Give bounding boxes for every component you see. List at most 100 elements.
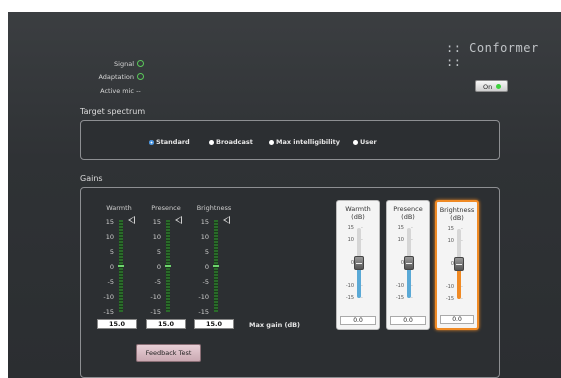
slider-title: Warmth (dB)	[337, 205, 379, 221]
gain-slider-card-brightness[interactable]: Brightness(dB)15-10-0--10--15-0.0	[435, 200, 479, 330]
slider-tick-mark: -	[411, 236, 413, 243]
level-meter-bar	[165, 220, 171, 312]
slider-tick-label: 10	[447, 237, 454, 244]
slider-value-field[interactable]: 0.0	[440, 315, 474, 324]
radio-user-label: User	[360, 138, 377, 146]
meter-tick-label: -10	[103, 293, 114, 301]
slider-tick-label: 10	[347, 236, 354, 243]
slider-track[interactable]	[454, 229, 464, 299]
brightness-max-gain-field[interactable]: 15.0	[194, 319, 234, 329]
meter-tick-label: -15	[150, 308, 161, 316]
meter-tick-label: -10	[198, 293, 209, 301]
radio-selected-icon	[149, 139, 154, 145]
meter-tick-label: -5	[202, 278, 209, 286]
slider-tick-label: -15	[345, 295, 354, 301]
meter-tick-label: -10	[150, 293, 161, 301]
slider-tick-label: 15	[347, 225, 354, 231]
radio-broadcast-label: Broadcast	[216, 138, 253, 146]
adaptation-status: Adaptation	[86, 73, 144, 81]
radio-icon	[269, 139, 274, 145]
slider-thumb[interactable]	[404, 256, 414, 270]
slider-tick-mark: -	[411, 283, 413, 290]
max-gain-pointer-icon[interactable]	[223, 216, 230, 224]
slider-title: Brightness (dB)	[437, 206, 477, 222]
slider-tick-label: -15	[445, 296, 454, 302]
max-gain-label: Max gain (dB)	[249, 321, 301, 329]
slider-tick-label: -10	[445, 284, 454, 291]
active-mic-status: Active mic --	[86, 87, 141, 95]
meter-tick-label: -15	[198, 308, 209, 316]
slider-tick-label: 15	[397, 225, 404, 231]
slider-tick-label: -10	[395, 283, 404, 290]
active-mic-label: Active mic	[100, 87, 134, 95]
slider-tick-label: 0	[350, 260, 354, 266]
level-meter-bar	[213, 220, 219, 312]
zero-marker	[213, 265, 219, 267]
signal-status: Signal	[86, 60, 144, 68]
warmth-max-gain-field[interactable]: 15.0	[97, 319, 137, 329]
max-gain-pointer-icon[interactable]	[128, 216, 135, 224]
slider-title-unit: (dB)	[351, 213, 365, 221]
presence-max-gain-field[interactable]: 15.0	[146, 319, 186, 329]
power-label: On	[483, 83, 493, 91]
slider-thumb[interactable]	[354, 256, 364, 270]
slider-title-unit: (dB)	[450, 214, 464, 222]
radio-user[interactable]: User	[353, 138, 377, 146]
slider-track[interactable]	[354, 228, 364, 298]
radio-broadcast[interactable]: Broadcast	[209, 138, 253, 146]
meter-brightness-label: Brightness	[196, 204, 232, 212]
power-led-icon	[496, 84, 501, 89]
meter-tick-label: 5	[156, 248, 161, 256]
meter-tick-label: 5	[109, 248, 114, 256]
slider-tick-mark: -	[361, 283, 363, 290]
power-toggle-button[interactable]: On	[475, 80, 508, 92]
slider-tick-mark: -	[361, 225, 363, 231]
slider-tick-mark: -	[361, 236, 363, 243]
active-mic-value: --	[136, 87, 141, 95]
meter-tick-label: -5	[154, 278, 161, 286]
slider-title-name: Presence	[393, 205, 423, 213]
radio-max-intelligibility[interactable]: Max intelligibility	[269, 138, 340, 146]
slider-tick-label: -15	[395, 295, 404, 301]
gain-slider-card-presence[interactable]: Presence(dB)15-10-0--10--15-0.0	[386, 200, 430, 330]
adaptation-indicator-icon	[137, 73, 144, 80]
feedback-test-button[interactable]: Feedback Test	[136, 344, 201, 362]
slider-title: Presence (dB)	[387, 205, 429, 221]
slider-tick-label: 10	[397, 236, 404, 243]
meter-presence-label: Presence	[151, 204, 181, 212]
meter-tick-label: 10	[152, 233, 161, 241]
meter-tick-label: 15	[200, 218, 209, 226]
slider-title-name: Warmth	[345, 205, 371, 213]
max-gain-pointer-icon[interactable]	[175, 216, 182, 224]
meter-tick-label: 0	[109, 263, 114, 271]
slider-value-field[interactable]: 0.0	[390, 316, 426, 325]
slider-tick-label: -10	[345, 283, 354, 290]
meter-tick-label: 0	[156, 263, 161, 271]
meter-tick-label: 5	[204, 248, 209, 256]
slider-tick-mark: -	[461, 226, 463, 232]
app-window: :: Conformer :: Signal Adaptation Active…	[8, 12, 561, 378]
adaptation-label: Adaptation	[98, 73, 134, 81]
slider-title-name: Brightness	[439, 206, 475, 214]
target-spectrum-heading: Target spectrum	[80, 107, 146, 116]
meter-tick-label: 15	[152, 218, 161, 226]
meter-tick-label: -15	[103, 308, 114, 316]
slider-title-unit: (dB)	[401, 213, 415, 221]
gain-slider-card-warmth[interactable]: Warmth(dB)15-10-0--10--15-0.0	[336, 200, 380, 330]
slider-track[interactable]	[404, 228, 414, 298]
meter-tick-label: -5	[107, 278, 114, 286]
radio-max-intelligibility-label: Max intelligibility	[276, 138, 340, 146]
radio-standard-label: Standard	[156, 138, 190, 146]
signal-label: Signal	[114, 60, 134, 68]
meter-tick-label: 0	[204, 263, 209, 271]
zero-marker	[118, 265, 124, 267]
slider-tick-mark: -	[461, 284, 463, 291]
slider-thumb[interactable]	[454, 257, 464, 271]
signal-indicator-icon	[137, 60, 144, 67]
radio-standard[interactable]: Standard	[149, 138, 190, 146]
gains-heading: Gains	[80, 174, 103, 183]
radio-icon	[209, 139, 214, 145]
slider-tick-mark: -	[461, 296, 463, 302]
meter-tick-label: 15	[105, 218, 114, 226]
slider-value-field[interactable]: 0.0	[340, 316, 376, 325]
